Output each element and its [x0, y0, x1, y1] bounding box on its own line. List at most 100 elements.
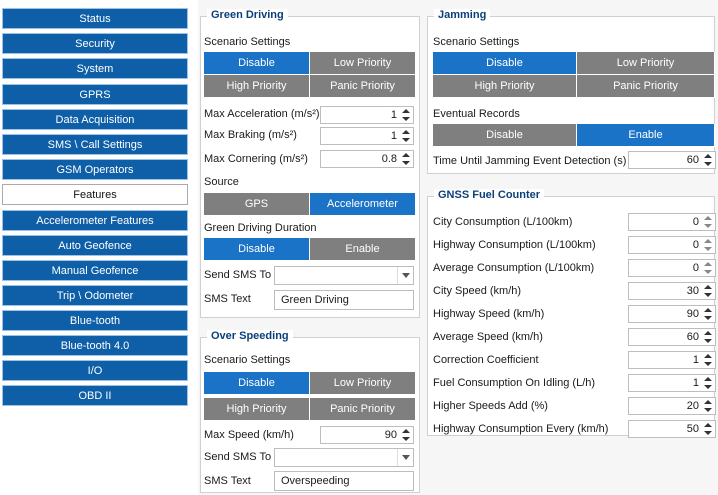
jam-time-label: Time Until Jamming Event Detection (s)	[433, 155, 627, 167]
gd-max-braking-value: 1	[390, 130, 397, 142]
gnss-highway-consumption-every-value: 50	[686, 423, 699, 435]
gnss-average-consumption-value: 0	[692, 262, 699, 274]
gd-duration-disable[interactable]: Disable	[204, 238, 310, 261]
gnss-city-consumption-spinner[interactable]: 0	[628, 213, 716, 231]
gnss-label-highway-consumption-every: Highway Consumption Every (km/h)	[433, 423, 609, 435]
os-scenario-panic-priority[interactable]: Panic Priority	[310, 398, 416, 421]
sidebar-nav: Status Security System GPRS Data Acquisi…	[0, 0, 198, 495]
spinner-arrows-icon[interactable]	[703, 307, 713, 321]
gnss-correction-coefficient-spinner[interactable]: 1	[628, 351, 716, 369]
os-scenario-label: Scenario Settings	[204, 354, 291, 366]
chevron-down-icon[interactable]	[397, 267, 413, 284]
os-send-sms-label: Send SMS To	[204, 451, 272, 463]
spinner-arrows-icon[interactable]	[703, 284, 713, 298]
jam-time-spinner[interactable]: 60	[628, 151, 716, 169]
sidebar-item-gsm-operators[interactable]: GSM Operators	[2, 159, 188, 180]
spinner-arrows-icon[interactable]	[703, 238, 713, 252]
os-scenario-high-priority[interactable]: High Priority	[204, 398, 310, 421]
sidebar-item-accelerometer-features[interactable]: Accelerometer Features	[2, 210, 188, 231]
gd-max-braking-label: Max Braking (m/s²)	[204, 129, 297, 141]
gnss-label-highway-consumption: Highway Consumption (L/100km)	[433, 239, 596, 251]
os-scenario-disable[interactable]: Disable	[204, 372, 310, 395]
gnss-city-speed-value: 30	[686, 285, 699, 297]
os-send-sms-select[interactable]	[274, 448, 414, 467]
spinner-arrows-icon[interactable]	[401, 152, 411, 166]
spinner-arrows-icon[interactable]	[401, 428, 411, 442]
sidebar-item-status[interactable]: Status	[2, 8, 188, 29]
jam-eventual-disable[interactable]: Disable	[433, 124, 577, 147]
jam-scenario-low-priority[interactable]: Low Priority	[577, 52, 715, 75]
gd-scenario-disable[interactable]: Disable	[204, 52, 310, 75]
gnss-label-city-speed: City Speed (km/h)	[433, 285, 522, 297]
spinner-arrows-icon[interactable]	[703, 261, 713, 275]
sidebar-item-auto-geofence[interactable]: Auto Geofence	[2, 235, 188, 256]
gd-scenario-high-priority[interactable]: High Priority	[204, 75, 310, 98]
spinner-arrows-icon[interactable]	[703, 422, 713, 436]
gnss-label-higher-speeds-add: Higher Speeds Add (%)	[433, 400, 548, 412]
gnss-average-consumption-spinner[interactable]: 0	[628, 259, 716, 277]
os-sms-text-label: SMS Text	[204, 475, 251, 487]
os-max-speed-spinner[interactable]: 90	[320, 426, 414, 444]
os-sms-text-input[interactable]: Overspeeding	[274, 471, 414, 491]
sidebar-item-bluetooth-4[interactable]: Blue-tooth 4.0	[2, 335, 188, 356]
gd-max-cornering-value: 0.8	[381, 153, 397, 165]
sidebar-item-gprs[interactable]: GPRS	[2, 84, 188, 105]
gnss-fuel-idling-spinner[interactable]: 1	[628, 374, 716, 392]
gd-max-braking-spinner[interactable]: 1	[320, 127, 414, 145]
spinner-arrows-icon[interactable]	[703, 376, 713, 390]
os-max-speed-value: 90	[384, 429, 397, 441]
gnss-city-speed-spinner[interactable]: 30	[628, 282, 716, 300]
jamming-title: Jamming	[434, 9, 491, 21]
gnss-label-average-consumption: Average Consumption (L/100km)	[433, 262, 595, 274]
sidebar-item-io[interactable]: I/O	[2, 360, 188, 381]
spinner-arrows-icon[interactable]	[703, 330, 713, 344]
gnss-average-speed-spinner[interactable]: 60	[628, 328, 716, 346]
gnss-highway-consumption-value: 0	[692, 239, 699, 251]
gnss-label-highway-speed: Highway Speed (km/h)	[433, 308, 545, 320]
sidebar-item-manual-geofence[interactable]: Manual Geofence	[2, 260, 188, 281]
gnss-city-consumption-value: 0	[692, 216, 699, 228]
spinner-arrows-icon[interactable]	[401, 108, 411, 122]
sidebar-item-obd2[interactable]: OBD II	[2, 385, 188, 406]
gd-sms-text-input[interactable]: Green Driving	[274, 290, 414, 310]
os-scenario-low-priority[interactable]: Low Priority	[310, 372, 416, 395]
gd-source-gps[interactable]: GPS	[204, 193, 310, 216]
gd-scenario-panic-priority[interactable]: Panic Priority	[310, 75, 416, 98]
gd-duration-label: Green Driving Duration	[204, 222, 317, 234]
gd-max-accel-label: Max Acceleration (m/s²)	[204, 108, 320, 120]
sidebar-item-data-acquisition[interactable]: Data Acquisition	[2, 109, 188, 130]
spinner-arrows-icon[interactable]	[703, 215, 713, 229]
gnss-highway-consumption-spinner[interactable]: 0	[628, 236, 716, 254]
sidebar-item-security[interactable]: Security	[2, 33, 188, 54]
spinner-arrows-icon[interactable]	[703, 153, 713, 167]
sidebar-item-bluetooth[interactable]: Blue-tooth	[2, 310, 188, 331]
over-speeding-title: Over Speeding	[207, 330, 293, 342]
spinner-arrows-icon[interactable]	[703, 399, 713, 413]
gnss-highway-consumption-every-spinner[interactable]: 50	[628, 420, 716, 438]
jam-scenario-disable[interactable]: Disable	[433, 52, 577, 75]
gd-max-cornering-spinner[interactable]: 0.8	[320, 150, 414, 168]
gd-max-accel-spinner[interactable]: 1	[320, 106, 414, 124]
gnss-label-correction-coefficient: Correction Coefficient	[433, 354, 539, 366]
gnss-highway-speed-spinner[interactable]: 90	[628, 305, 716, 323]
gd-scenario-low-priority[interactable]: Low Priority	[310, 52, 416, 75]
gd-send-sms-select[interactable]	[274, 266, 414, 285]
os-max-speed-label: Max Speed (km/h)	[204, 429, 294, 441]
chevron-down-icon[interactable]	[397, 449, 413, 466]
gd-duration-enable[interactable]: Enable	[310, 238, 416, 261]
gnss-average-speed-value: 60	[686, 331, 699, 343]
sidebar-item-system[interactable]: System	[2, 58, 188, 79]
gnss-higher-speeds-add-spinner[interactable]: 20	[628, 397, 716, 415]
sidebar-item-trip-odometer[interactable]: Trip \ Odometer	[2, 285, 188, 306]
gd-source-accelerometer[interactable]: Accelerometer	[310, 193, 416, 216]
green-driving-title: Green Driving	[207, 9, 288, 21]
gnss-fuel-idling-value: 1	[692, 377, 699, 389]
jam-scenario-panic-priority[interactable]: Panic Priority	[577, 75, 715, 98]
gd-send-sms-label: Send SMS To	[204, 269, 272, 281]
jam-eventual-enable[interactable]: Enable	[577, 124, 715, 147]
sidebar-item-features[interactable]: Features	[2, 184, 188, 205]
spinner-arrows-icon[interactable]	[703, 353, 713, 367]
spinner-arrows-icon[interactable]	[401, 129, 411, 143]
sidebar-item-sms-call-settings[interactable]: SMS \ Call Settings	[2, 134, 188, 155]
jam-scenario-high-priority[interactable]: High Priority	[433, 75, 577, 98]
